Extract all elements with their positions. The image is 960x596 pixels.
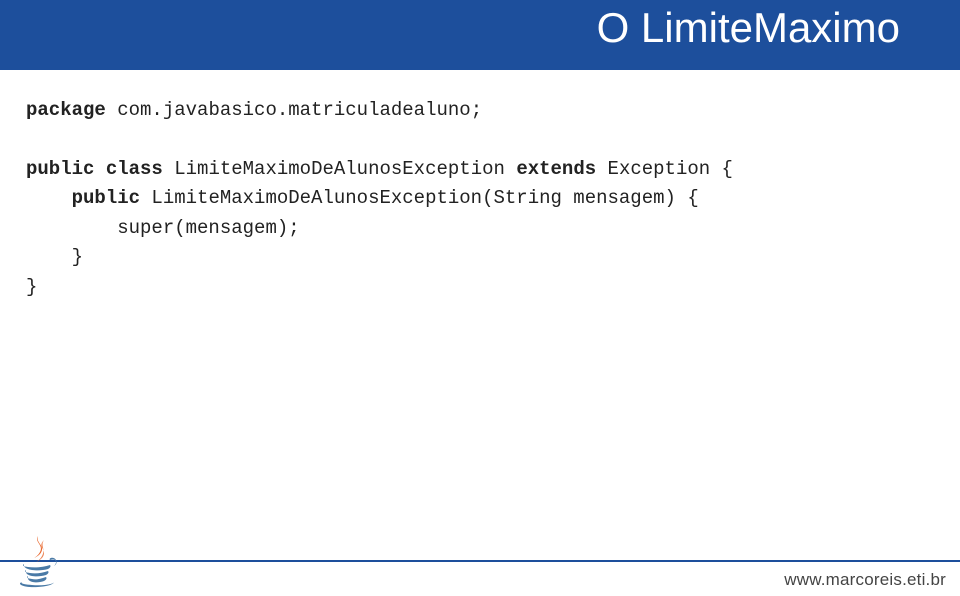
code-indent bbox=[26, 217, 117, 239]
code-text: } bbox=[26, 276, 37, 298]
code-text: super(mensagem); bbox=[117, 217, 299, 239]
page-title: O LimiteMaximo bbox=[597, 4, 900, 52]
footer-url: www.marcoreis.eti.br bbox=[784, 570, 946, 590]
header-bar: O LimiteMaximo bbox=[0, 0, 960, 70]
code-text: Exception { bbox=[596, 158, 733, 180]
code-text: LimiteMaximoDeAlunosException bbox=[163, 158, 516, 180]
code-text: } bbox=[72, 246, 83, 268]
footer-bar: www.marcoreis.eti.br bbox=[0, 560, 960, 596]
java-icon bbox=[14, 532, 62, 590]
code-text: LimiteMaximoDeAlunosException(String men… bbox=[140, 187, 699, 209]
keyword-public: public bbox=[72, 187, 140, 209]
keyword-class: class bbox=[94, 158, 162, 180]
keyword-public: public bbox=[26, 158, 94, 180]
code-indent bbox=[26, 246, 72, 268]
code-block: package com.javabasico.matriculadealuno;… bbox=[0, 70, 960, 302]
code-text: com.javabasico.matriculadealuno; bbox=[106, 99, 482, 121]
code-indent bbox=[26, 187, 72, 209]
keyword-extends: extends bbox=[516, 158, 596, 180]
keyword-package: package bbox=[26, 99, 106, 121]
